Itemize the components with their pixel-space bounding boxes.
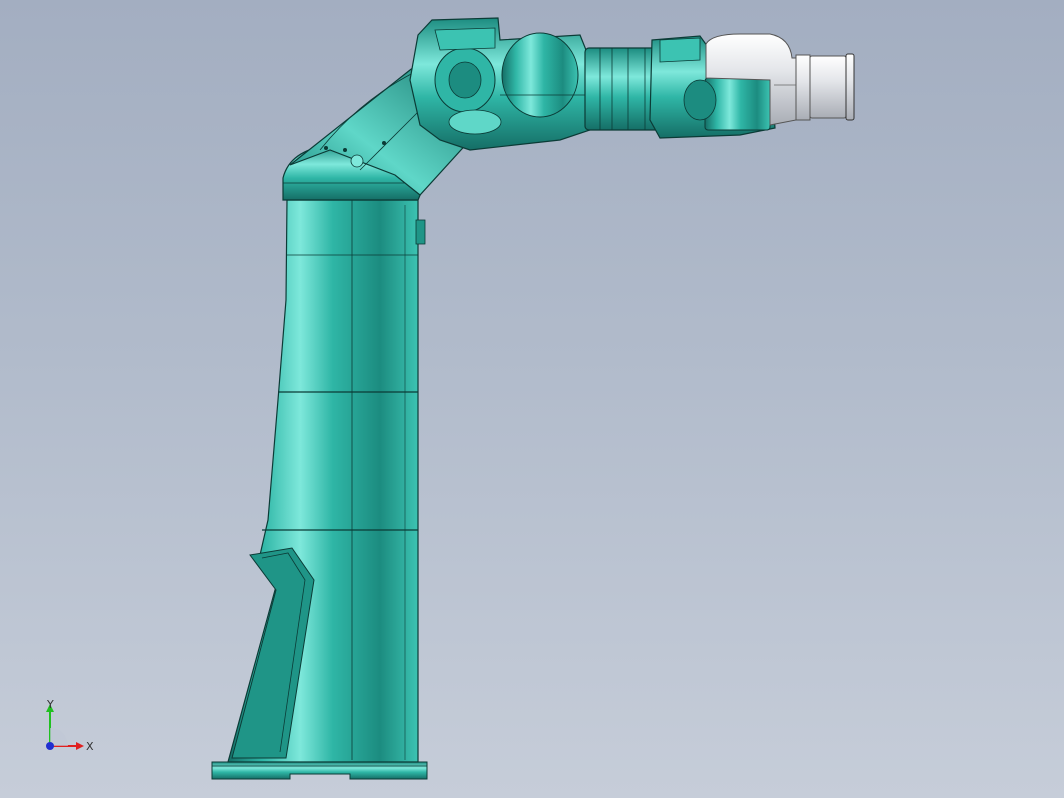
graphics-viewport[interactable]: Y X — [0, 0, 1064, 798]
base-column[interactable] — [227, 199, 426, 763]
forearm-link[interactable] — [584, 47, 661, 131]
z-axis-origin — [46, 742, 54, 750]
x-axis-arrowhead — [76, 742, 84, 750]
coordinate-triad: Y X — [46, 698, 94, 753]
x-axis-label: X — [86, 740, 94, 753]
base-plate[interactable] — [211, 761, 428, 780]
y-axis-label: Y — [46, 698, 54, 711]
elbow-joint[interactable] — [409, 17, 591, 151]
robot-arm-model[interactable] — [0, 0, 1064, 798]
